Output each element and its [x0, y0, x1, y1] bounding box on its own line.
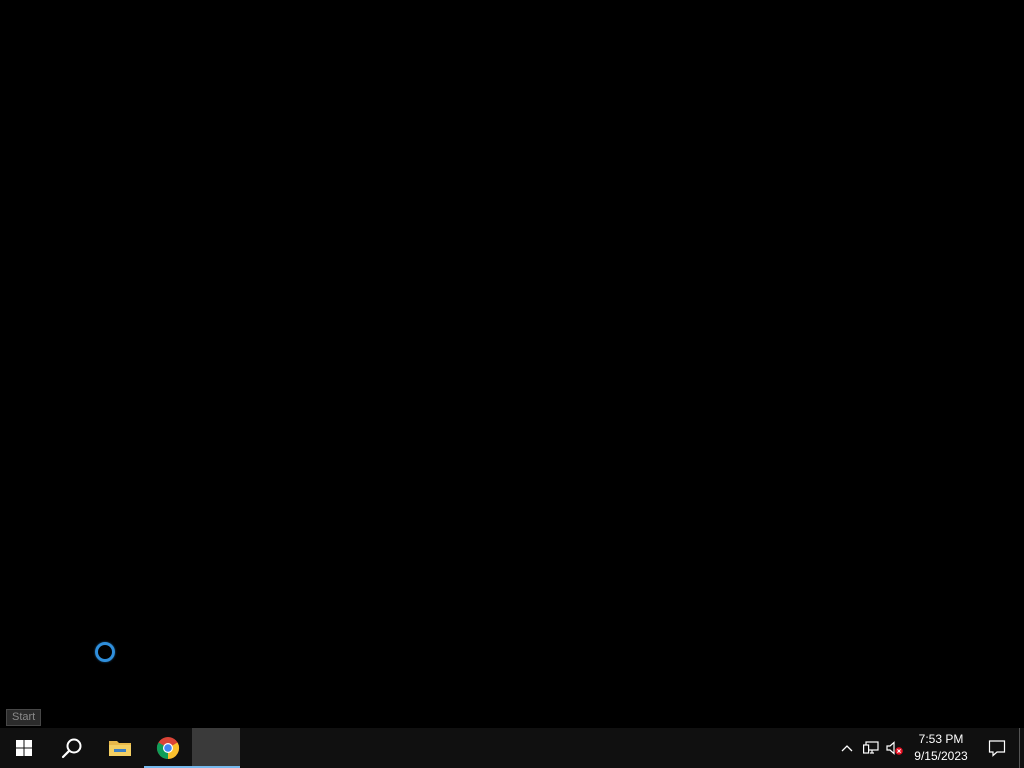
windows-logo-icon: [16, 740, 32, 756]
action-center-button[interactable]: [975, 728, 1019, 768]
show-hidden-icons-button[interactable]: [835, 728, 859, 768]
folder-icon: [109, 741, 131, 756]
network-icon: [863, 741, 879, 754]
volume-button[interactable]: [883, 728, 907, 768]
chrome-icon: [156, 737, 180, 759]
network-button[interactable]: [859, 728, 883, 768]
chevron-up-icon: [841, 745, 853, 752]
desktop: Start: [0, 0, 1024, 728]
search-icon: [61, 738, 82, 759]
search-button[interactable]: [48, 728, 96, 768]
busy-cursor-icon: [95, 642, 115, 662]
start-tooltip: Start: [6, 709, 42, 726]
start-button[interactable]: [0, 728, 48, 768]
system-tray: 7:53 PM 9/15/2023: [835, 728, 1024, 768]
show-desktop-button[interactable]: [1019, 728, 1024, 768]
clock-time: 7:53 PM: [918, 732, 964, 746]
taskbar: 7:53 PM 9/15/2023: [0, 728, 1024, 768]
chrome-button[interactable]: [144, 728, 192, 768]
file-explorer-button[interactable]: [96, 728, 144, 768]
volume-muted-icon: [886, 741, 903, 755]
active-window-button[interactable]: [192, 728, 240, 768]
action-center-icon: [988, 740, 1006, 757]
clock[interactable]: 7:53 PM 9/15/2023: [907, 728, 975, 768]
clock-date: 9/15/2023: [914, 749, 968, 763]
